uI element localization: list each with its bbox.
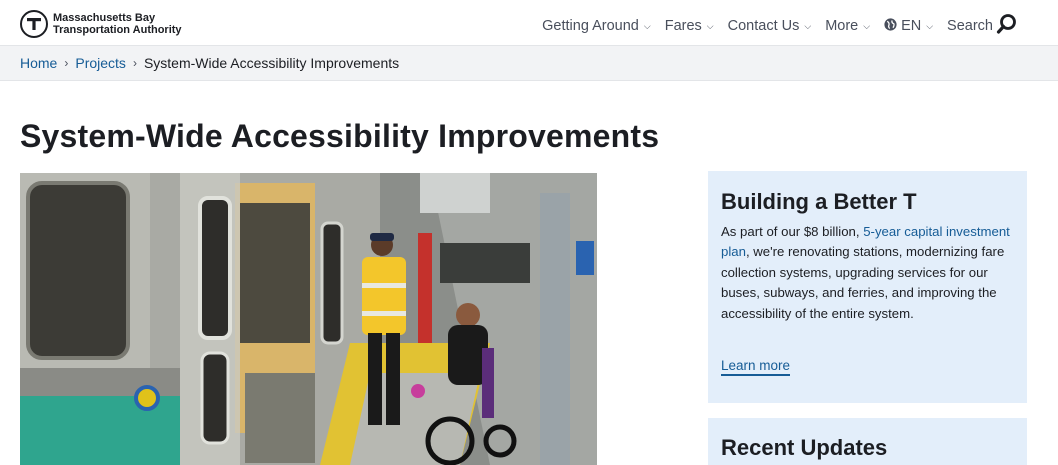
nav-label: Contact Us [727, 18, 800, 34]
main-nav: Getting Around ⌵ Fares ⌵ Contact Us ⌵ Mo… [528, 13, 1018, 39]
search-button[interactable]: Search [947, 13, 1018, 39]
hero-image [20, 173, 597, 465]
nav-getting-around[interactable]: Getting Around ⌵ [542, 18, 651, 34]
nav-label: Fares [664, 18, 702, 34]
chevron-down-icon: ⌵ [643, 20, 651, 31]
card-body-suffix: , we're renovating stations, modernizing… [721, 244, 1005, 321]
logo-text: Massachusetts Bay Transportation Authori… [53, 12, 182, 36]
nav-fares[interactable]: Fares ⌵ [665, 18, 714, 34]
search-icon [993, 13, 1018, 39]
chevron-down-icon: ⌵ [863, 20, 871, 31]
globe-icon [884, 17, 897, 35]
search-label: Search [947, 18, 993, 34]
nav-label: Getting Around [542, 18, 639, 34]
breadcrumb-separator: › [132, 56, 137, 70]
nav-contact-us[interactable]: Contact Us ⌵ [728, 18, 812, 34]
language-selector[interactable]: EN ⌵ [884, 17, 934, 35]
breadcrumb-separator: › [64, 56, 69, 70]
card-title: Building a Better T [721, 189, 917, 214]
card-title: Recent Updates [721, 435, 888, 460]
breadcrumb-current: System-Wide Accessibility Improvements [143, 55, 400, 71]
logo-line2: Transportation Authority [53, 24, 182, 36]
building-better-t-card: Building a Better T As part of our $8 bi… [708, 171, 1027, 403]
breadcrumb-home[interactable]: Home [20, 55, 57, 71]
mbta-logo[interactable]: Massachusetts Bay Transportation Authori… [20, 10, 182, 38]
chevron-down-icon: ⌵ [926, 20, 934, 31]
recent-updates-card: Recent Updates [708, 418, 1027, 465]
page-title: System-Wide Accessibility Improvements [20, 118, 660, 154]
nav-more[interactable]: More ⌵ [825, 18, 870, 34]
learn-more-link[interactable]: Learn more [721, 358, 791, 376]
chevron-down-icon: ⌵ [706, 20, 714, 31]
mbta-t-icon [20, 10, 48, 38]
logo-line1: Massachusetts Bay [53, 12, 156, 24]
card-body: As part of our $8 billion, 5-year capita… [721, 222, 1017, 324]
chevron-down-icon: ⌵ [804, 20, 812, 31]
breadcrumb-projects[interactable]: Projects [75, 55, 126, 71]
breadcrumb: Home › Projects › System-Wide Accessibil… [20, 55, 399, 71]
nav-label: More [825, 18, 859, 34]
language-label: EN [901, 18, 922, 34]
site-header: Massachusetts Bay Transportation Authori… [0, 0, 1058, 46]
breadcrumb-bar: Home › Projects › System-Wide Accessibil… [0, 46, 1058, 81]
card-body-prefix: As part of our $8 billion, [721, 224, 864, 239]
